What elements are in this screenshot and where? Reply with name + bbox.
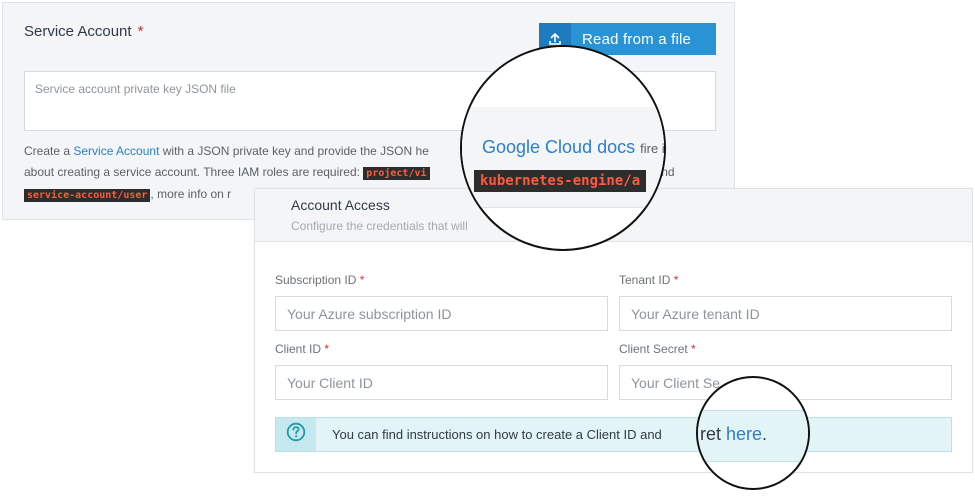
tenant-id-input[interactable]	[619, 296, 952, 331]
subscription-id-label: Subscription ID *	[275, 273, 364, 287]
help-text-prefix: Create a	[24, 144, 74, 158]
help-text-middle: with a JSON private key and provide the …	[159, 144, 429, 158]
lens-here-suffix: .	[762, 424, 768, 444]
service-account-link[interactable]: Service Account	[73, 144, 159, 158]
tenant-id-label: Tenant ID *	[619, 273, 678, 287]
iam-role-code-kubernetes-engine: kubernetes-engine/a	[474, 170, 647, 192]
lens-docs-line: Google Cloud docs fire info	[482, 137, 665, 158]
lens-here-line: ret here.	[700, 424, 767, 445]
required-asterisk: *	[137, 23, 144, 40]
client-id-input[interactable]	[275, 365, 608, 400]
client-id-label: Client ID *	[275, 342, 329, 356]
required-asterisk: *	[324, 342, 330, 356]
lens-here-prefix: ret	[700, 424, 727, 444]
iam-role-code-service-account-user: service-account/user	[24, 189, 151, 202]
required-asterisk: *	[359, 273, 365, 287]
client-id-instructions-link[interactable]: here	[726, 424, 762, 444]
google-cloud-docs-link[interactable]: Google Cloud docs	[482, 137, 635, 157]
service-account-title-text: Service Account	[24, 23, 132, 40]
magnifier-lens-here: ret here.	[696, 376, 810, 490]
magnifier-lens-docs: Google Cloud docs fire info kubernetes-e…	[460, 45, 666, 251]
help-text-line2: about creating a service account. Three …	[24, 165, 364, 179]
help-text-suffix: , more info on r	[150, 187, 232, 201]
question-box	[276, 418, 316, 451]
subscription-id-label-text: Subscription ID	[275, 273, 357, 287]
service-account-title: Service Account *	[24, 23, 143, 40]
tenant-id-label-text: Tenant ID	[619, 273, 671, 287]
subscription-id-input[interactable]	[275, 296, 608, 331]
lens-divider	[462, 207, 664, 208]
read-from-file-label: Read from a file	[582, 30, 692, 48]
iam-role-code-project-viewer: project/vi	[363, 167, 430, 180]
client-id-label-text: Client ID	[275, 342, 322, 356]
required-asterisk: *	[673, 273, 679, 287]
client-secret-label: Client Secret *	[619, 342, 696, 356]
question-circle-icon	[286, 422, 306, 447]
info-banner-text: You can find instructions on how to crea…	[332, 427, 662, 442]
lens-trail-text: fire info	[640, 141, 665, 156]
client-id-info-banner: You can find instructions on how to crea…	[275, 417, 952, 452]
required-asterisk: *	[691, 342, 696, 356]
account-access-title: Account Access	[291, 197, 390, 213]
client-secret-label-text: Client Secret	[619, 342, 688, 356]
account-access-subtitle: Configure the credentials that will	[291, 219, 468, 233]
